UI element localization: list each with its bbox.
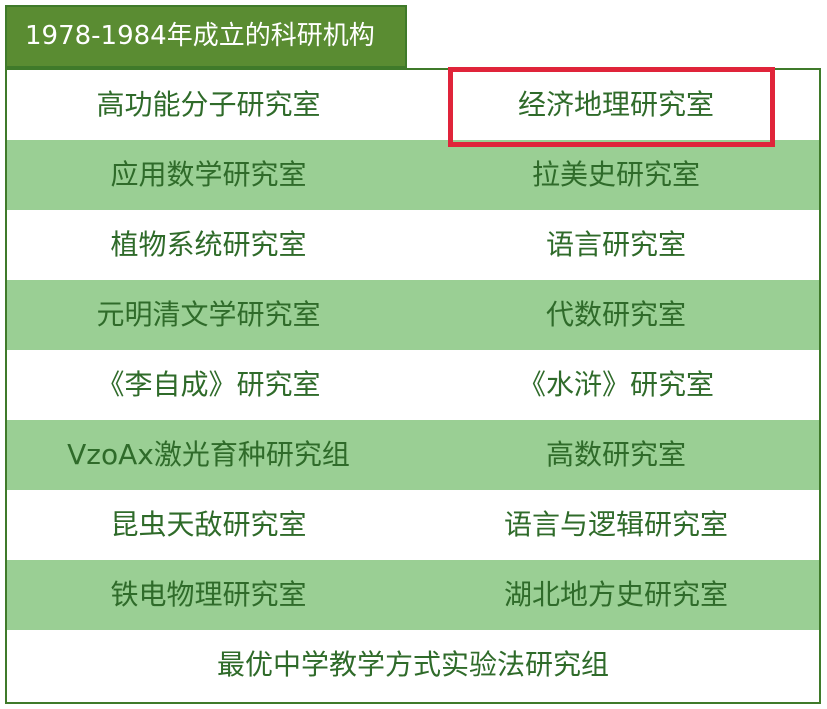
table-row: 昆虫天敌研究室 语言与逻辑研究室	[7, 490, 819, 560]
institutions-table: 高功能分子研究室 经济地理研究室 应用数学研究室 拉美史研究室 植物系统研究室 …	[5, 68, 821, 704]
table-row: 最优中学教学方式实验法研究组	[7, 630, 819, 700]
table-row: 植物系统研究室 语言研究室	[7, 210, 819, 280]
table-cell: 《水浒》研究室	[517, 368, 714, 401]
table-cell: 拉美史研究室	[531, 158, 700, 191]
table-cell: 代数研究室	[545, 298, 686, 331]
table-cell: 应用数学研究室	[110, 158, 307, 191]
table-cell: 铁电物理研究室	[110, 578, 307, 611]
table-row: 高功能分子研究室 经济地理研究室	[7, 70, 819, 140]
table-cell: 湖北地方史研究室	[503, 578, 728, 611]
table-cell: 元明清文学研究室	[96, 298, 321, 331]
table-cell: 语言研究室	[545, 228, 686, 261]
table-row: 《李自成》研究室 《水浒》研究室	[7, 350, 819, 420]
table-row: 应用数学研究室 拉美史研究室	[7, 140, 819, 210]
table-cell: 最优中学教学方式实验法研究组	[216, 648, 609, 681]
table-cell: 经济地理研究室	[517, 88, 714, 121]
table-cell: 植物系统研究室	[110, 228, 307, 261]
table-cell: 昆虫天敌研究室	[110, 508, 307, 541]
table-cell: VzoAx激光育种研究组	[67, 438, 350, 471]
table-row: 铁电物理研究室 湖北地方史研究室	[7, 560, 819, 630]
table-title: 1978-1984年成立的科研机构	[5, 5, 407, 68]
table-cell: 高数研究室	[545, 438, 686, 471]
table-row: 元明清文学研究室 代数研究室	[7, 280, 819, 350]
table-row: VzoAx激光育种研究组 高数研究室	[7, 420, 819, 490]
table-cell: 《李自成》研究室	[96, 368, 321, 401]
table-cell: 语言与逻辑研究室	[503, 508, 728, 541]
table-cell: 高功能分子研究室	[96, 88, 321, 121]
